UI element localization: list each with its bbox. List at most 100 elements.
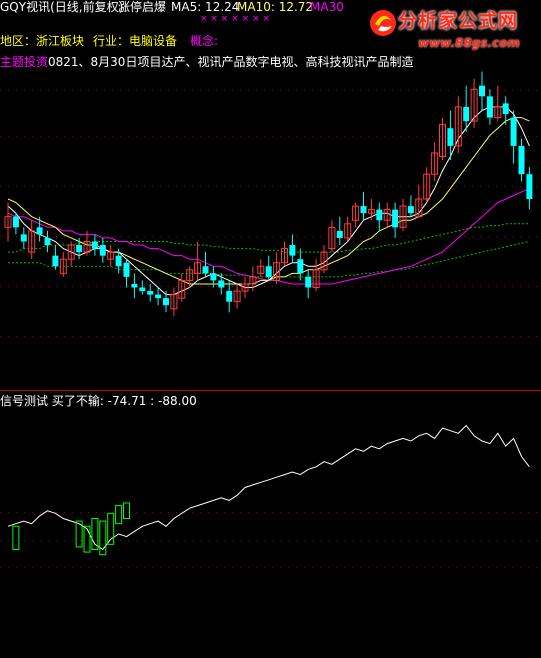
candle: [44, 230, 51, 253]
ma30-label: MA30: [310, 0, 344, 14]
theme-prefix: 主题投资: [0, 55, 49, 69]
candle: [494, 85, 502, 122]
candle: [194, 241, 202, 281]
candle: [431, 142, 439, 182]
candle: [518, 138, 525, 182]
candle-body: [289, 245, 296, 256]
region-label: 地区：浙江板块: [0, 34, 85, 48]
chart-grid: [0, 90, 541, 568]
candle: [479, 71, 485, 111]
candle-body: [518, 145, 525, 175]
candle: [407, 195, 414, 217]
candle: [202, 252, 209, 277]
signal-bar: [83, 525, 91, 553]
candle: [526, 167, 533, 210]
candle: [139, 280, 146, 295]
signal-bar: [115, 505, 123, 525]
indicator-panel: [7, 424, 530, 556]
candle-body: [123, 262, 130, 277]
candle: [383, 202, 391, 228]
candle-body: [226, 291, 233, 302]
site-logo: 分析家公式网 www.88gs.com: [366, 4, 541, 56]
candle-body: [463, 106, 470, 122]
candle: [28, 220, 36, 260]
kline-chart[interactable]: [0, 0, 541, 658]
candle: [76, 237, 83, 260]
candle-body: [99, 245, 106, 256]
candle: [392, 202, 399, 238]
candle-body: [210, 273, 217, 281]
candle-body: [147, 291, 154, 295]
ma-green-line: [8, 223, 530, 253]
candle-body: [526, 174, 533, 199]
candle: [376, 202, 383, 231]
pattern-label: 涨停启爆: [118, 0, 167, 14]
candle-body: [447, 128, 454, 146]
concept-label: 概念:: [190, 34, 219, 48]
candle-body: [115, 255, 122, 267]
candle: [20, 227, 27, 249]
candle: [36, 216, 43, 242]
candle: [328, 220, 336, 253]
indicator-line: [7, 424, 530, 551]
candle-body: [510, 117, 517, 146]
price-panel: [4, 71, 533, 316]
candle: [439, 117, 446, 161]
candle: [91, 234, 98, 256]
candle: [344, 216, 352, 242]
candle-body: [376, 209, 383, 221]
stock-title: GQY视讯(日线,前复权): [0, 0, 124, 14]
candle: [155, 287, 162, 306]
candle: [415, 184, 423, 218]
candle-body: [163, 298, 169, 306]
candle-body: [486, 96, 493, 118]
candle-body: [392, 209, 399, 228]
candle: [178, 273, 186, 302]
candle: [367, 199, 375, 221]
candle: [170, 287, 178, 316]
candle-body: [139, 287, 146, 292]
candle: [510, 110, 517, 164]
candle-body: [76, 245, 83, 253]
indicator-title: 信号测试 买了不输: -74.71 : -88.00: [0, 394, 197, 408]
candle-body: [20, 234, 27, 242]
candle: [312, 259, 320, 292]
candle-body: [407, 206, 414, 214]
candle-body: [479, 85, 485, 97]
candle: [486, 89, 493, 125]
candle: [320, 245, 328, 274]
candle-body: [12, 216, 19, 228]
theme-text: 0821、8月30日项目达产、视讯产品数字电视、高科技视讯产品制造: [48, 55, 414, 69]
candle: [257, 259, 265, 277]
candle: [123, 259, 130, 288]
candle-body: [202, 266, 209, 274]
candle: [52, 245, 59, 270]
candle-body: [336, 230, 343, 238]
candle: [226, 280, 233, 313]
logo-name: 分析家公式网: [398, 10, 519, 32]
candle: [297, 248, 304, 281]
candle: [59, 252, 67, 277]
signal-markers: × × × × × × ×: [200, 14, 270, 24]
candle-body: [44, 237, 51, 246]
candle: [99, 237, 106, 263]
candle-body: [297, 259, 304, 274]
candle-body: [52, 255, 59, 267]
candle: [289, 234, 296, 263]
candle-body: [218, 280, 225, 288]
signal-bar: [123, 502, 130, 519]
candle: [233, 283, 241, 309]
candle-body: [91, 241, 98, 249]
candle: [423, 167, 431, 203]
candle-body: [305, 276, 312, 288]
candle-body: [36, 227, 43, 235]
candle: [305, 269, 312, 299]
candle-body: [360, 206, 367, 214]
candle-body: [131, 283, 138, 288]
candle: [470, 78, 478, 129]
candle-body: [502, 103, 509, 115]
signal-bar: [12, 525, 20, 550]
candle: [336, 216, 343, 246]
candle: [273, 252, 281, 284]
candle: [67, 241, 75, 267]
